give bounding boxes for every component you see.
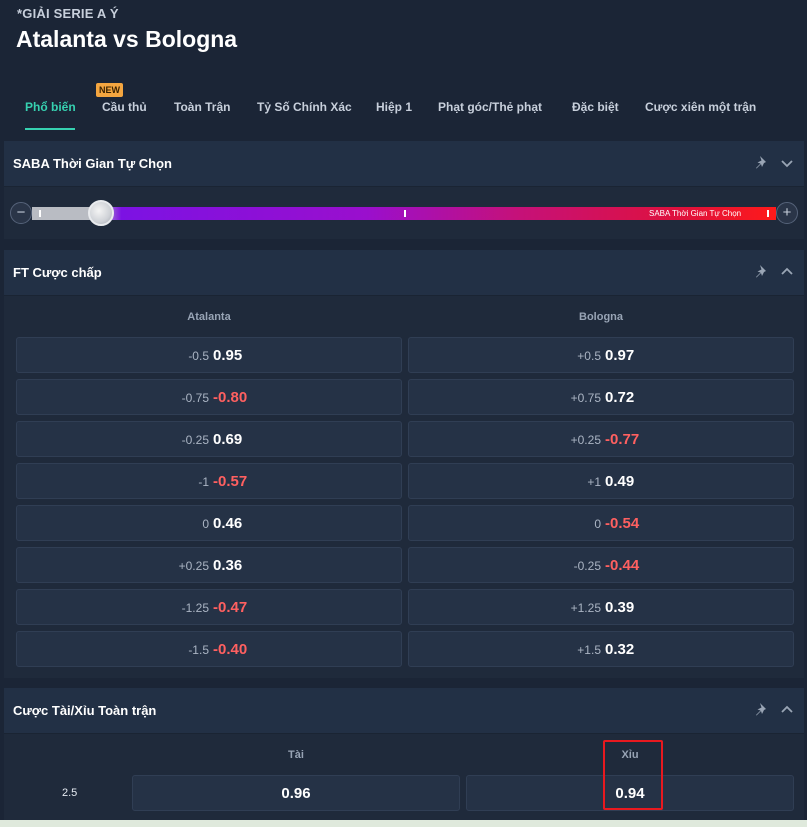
odds-price: -0.77 [605,431,640,448]
odds-price: -0.57 [213,473,248,490]
handicap-line: -1.25 [181,601,209,615]
tab-pho-bien[interactable]: Phổ biến [25,100,76,114]
handicap-section: FT Cược chấp Atalanta Bologna -0.5 0.95 +0… [4,250,804,678]
over-header: Tài [288,749,304,761]
odds-price: 0.46 [213,515,243,532]
new-badge: NEW [96,83,123,97]
slider-plus-button[interactable]: + [776,202,798,224]
away-handicap-odds-button[interactable]: +0.75 0.72 [408,379,794,415]
handicap-line: -0.75 [181,391,209,405]
odds-price: 0.49 [605,473,635,490]
over-odds-button[interactable]: 0.96 [132,775,460,811]
away-handicap-odds-button[interactable]: +1.25 0.39 [408,589,794,625]
home-handicap-odds-button[interactable]: -1.5 -0.40 [16,631,402,667]
time-slider: − SABA Thời Gian Tự Chọn + [4,187,804,239]
home-handicap-odds-button[interactable]: -0.25 0.69 [16,421,402,457]
handicap-line: +1.25 [570,601,601,615]
odds-price: 0.39 [605,599,635,616]
handicap-line: 0 [202,517,209,531]
away-handicap-odds-button[interactable]: -0.25 -0.44 [408,547,794,583]
tab-hiep-1[interactable]: Hiệp 1 [376,100,412,114]
home-handicap-odds-button[interactable]: -0.5 0.95 [16,337,402,373]
away-handicap-odds-button[interactable]: +0.25 -0.77 [408,421,794,457]
home-handicap-odds-button[interactable]: -0.75 -0.80 [16,379,402,415]
odds-price: 0.97 [605,347,635,364]
over-under-section-title: Cược Tài/Xỉu Toàn trận [13,703,157,718]
chevron-down-icon[interactable] [780,156,794,170]
chevron-up-icon[interactable] [780,703,794,717]
handicap-line: -1.5 [188,643,209,657]
slider-tick [39,210,41,217]
home-handicap-odds-button[interactable]: 0 0.46 [16,505,402,541]
slider-handle[interactable] [88,200,114,226]
market-tabs: Phổ biến NEW Cầu thủ Toàn Trận Tỷ Số Chí… [0,82,807,132]
away-team-header: Bologna [579,311,623,323]
odds-price: -0.40 [213,641,248,658]
pin-icon[interactable] [754,264,770,280]
home-handicap-odds-button[interactable]: +0.25 0.36 [16,547,402,583]
handicap-line: +0.75 [570,391,601,405]
bottom-strip [0,820,807,827]
odds-price: -0.44 [605,557,640,574]
handicap-line: -0.5 [188,349,209,363]
home-handicap-odds-button[interactable]: -1.25 -0.47 [16,589,402,625]
tab-toan-tran[interactable]: Toàn Trận [174,100,230,114]
over-under-section: Cược Tài/Xỉu Toàn trận Tài Xỉu 2.5 0.96 … [4,688,804,827]
slider-tick [404,210,406,217]
away-handicap-odds-button[interactable]: +0.5 0.97 [408,337,794,373]
handicap-line: +1 [587,475,601,489]
active-tab-indicator [25,128,75,130]
home-team-header: Atalanta [187,311,231,323]
handicap-section-title: FT Cược chấp [13,265,102,280]
league-name: *GIẢI SERIE A Ý [17,6,119,21]
tab-ty-so-chinh-xac[interactable]: Tỷ Số Chính Xác [257,100,352,114]
chevron-up-icon[interactable] [780,265,794,279]
saba-section-header[interactable]: SABA Thời Gian Tự Chọn [4,141,804,187]
handicap-line: +0.25 [178,559,209,573]
handicap-line: -0.25 [181,433,209,447]
handicap-line: 0 [594,517,601,531]
handicap-section-header[interactable]: FT Cược chấp [4,250,804,296]
slider-tick [767,210,769,217]
odds-price: 0.72 [605,389,635,406]
handicap-line: +0.25 [570,433,601,447]
odds-price: -0.80 [213,389,248,406]
handicap-line: +0.5 [577,349,601,363]
match-title: Atalanta vs Bologna [16,26,238,52]
odds-price: 0.95 [213,347,243,364]
handicap-line: +1.5 [577,643,601,657]
odds-price: 0.96 [281,785,311,802]
tab-dac-biet[interactable]: Đặc biệt [572,100,619,114]
odds-price: -0.47 [213,599,248,616]
handicap-line: -0.25 [573,559,601,573]
saba-section: SABA Thời Gian Tự Chọn − SABA Thời Gian … [4,141,804,239]
odds-price: 0.32 [605,641,635,658]
handicap-line: -1 [198,475,209,489]
ou-line-label: 2.5 [62,787,78,799]
home-handicap-odds-button[interactable]: -1 -0.57 [16,463,402,499]
away-handicap-odds-button[interactable]: 0 -0.54 [408,505,794,541]
odds-price: -0.54 [605,515,640,532]
saba-section-title: SABA Thời Gian Tự Chọn [13,156,172,171]
tab-cau-thu[interactable]: Cầu thủ [102,100,147,114]
odds-price: 0.69 [213,431,243,448]
odds-price: 0.36 [213,557,243,574]
slider-label: SABA Thời Gian Tự Chọn [649,209,742,218]
tab-phat-goc-the-phat[interactable]: Phạt góc/Thẻ phạt [438,100,542,114]
away-handicap-odds-button[interactable]: +1 0.49 [408,463,794,499]
highlight-box [603,740,663,810]
away-handicap-odds-button[interactable]: +1.5 0.32 [408,631,794,667]
tab-cuoc-xien-mot-tran[interactable]: Cược xiên một trận [645,100,756,114]
slider-minus-button[interactable]: − [10,202,32,224]
match-header: *GIẢI SERIE A Ý Atalanta vs Bologna Phổ … [0,0,807,140]
over-under-section-header[interactable]: Cược Tài/Xỉu Toàn trận [4,688,804,734]
pin-icon[interactable] [754,155,770,171]
pin-icon[interactable] [754,702,770,718]
